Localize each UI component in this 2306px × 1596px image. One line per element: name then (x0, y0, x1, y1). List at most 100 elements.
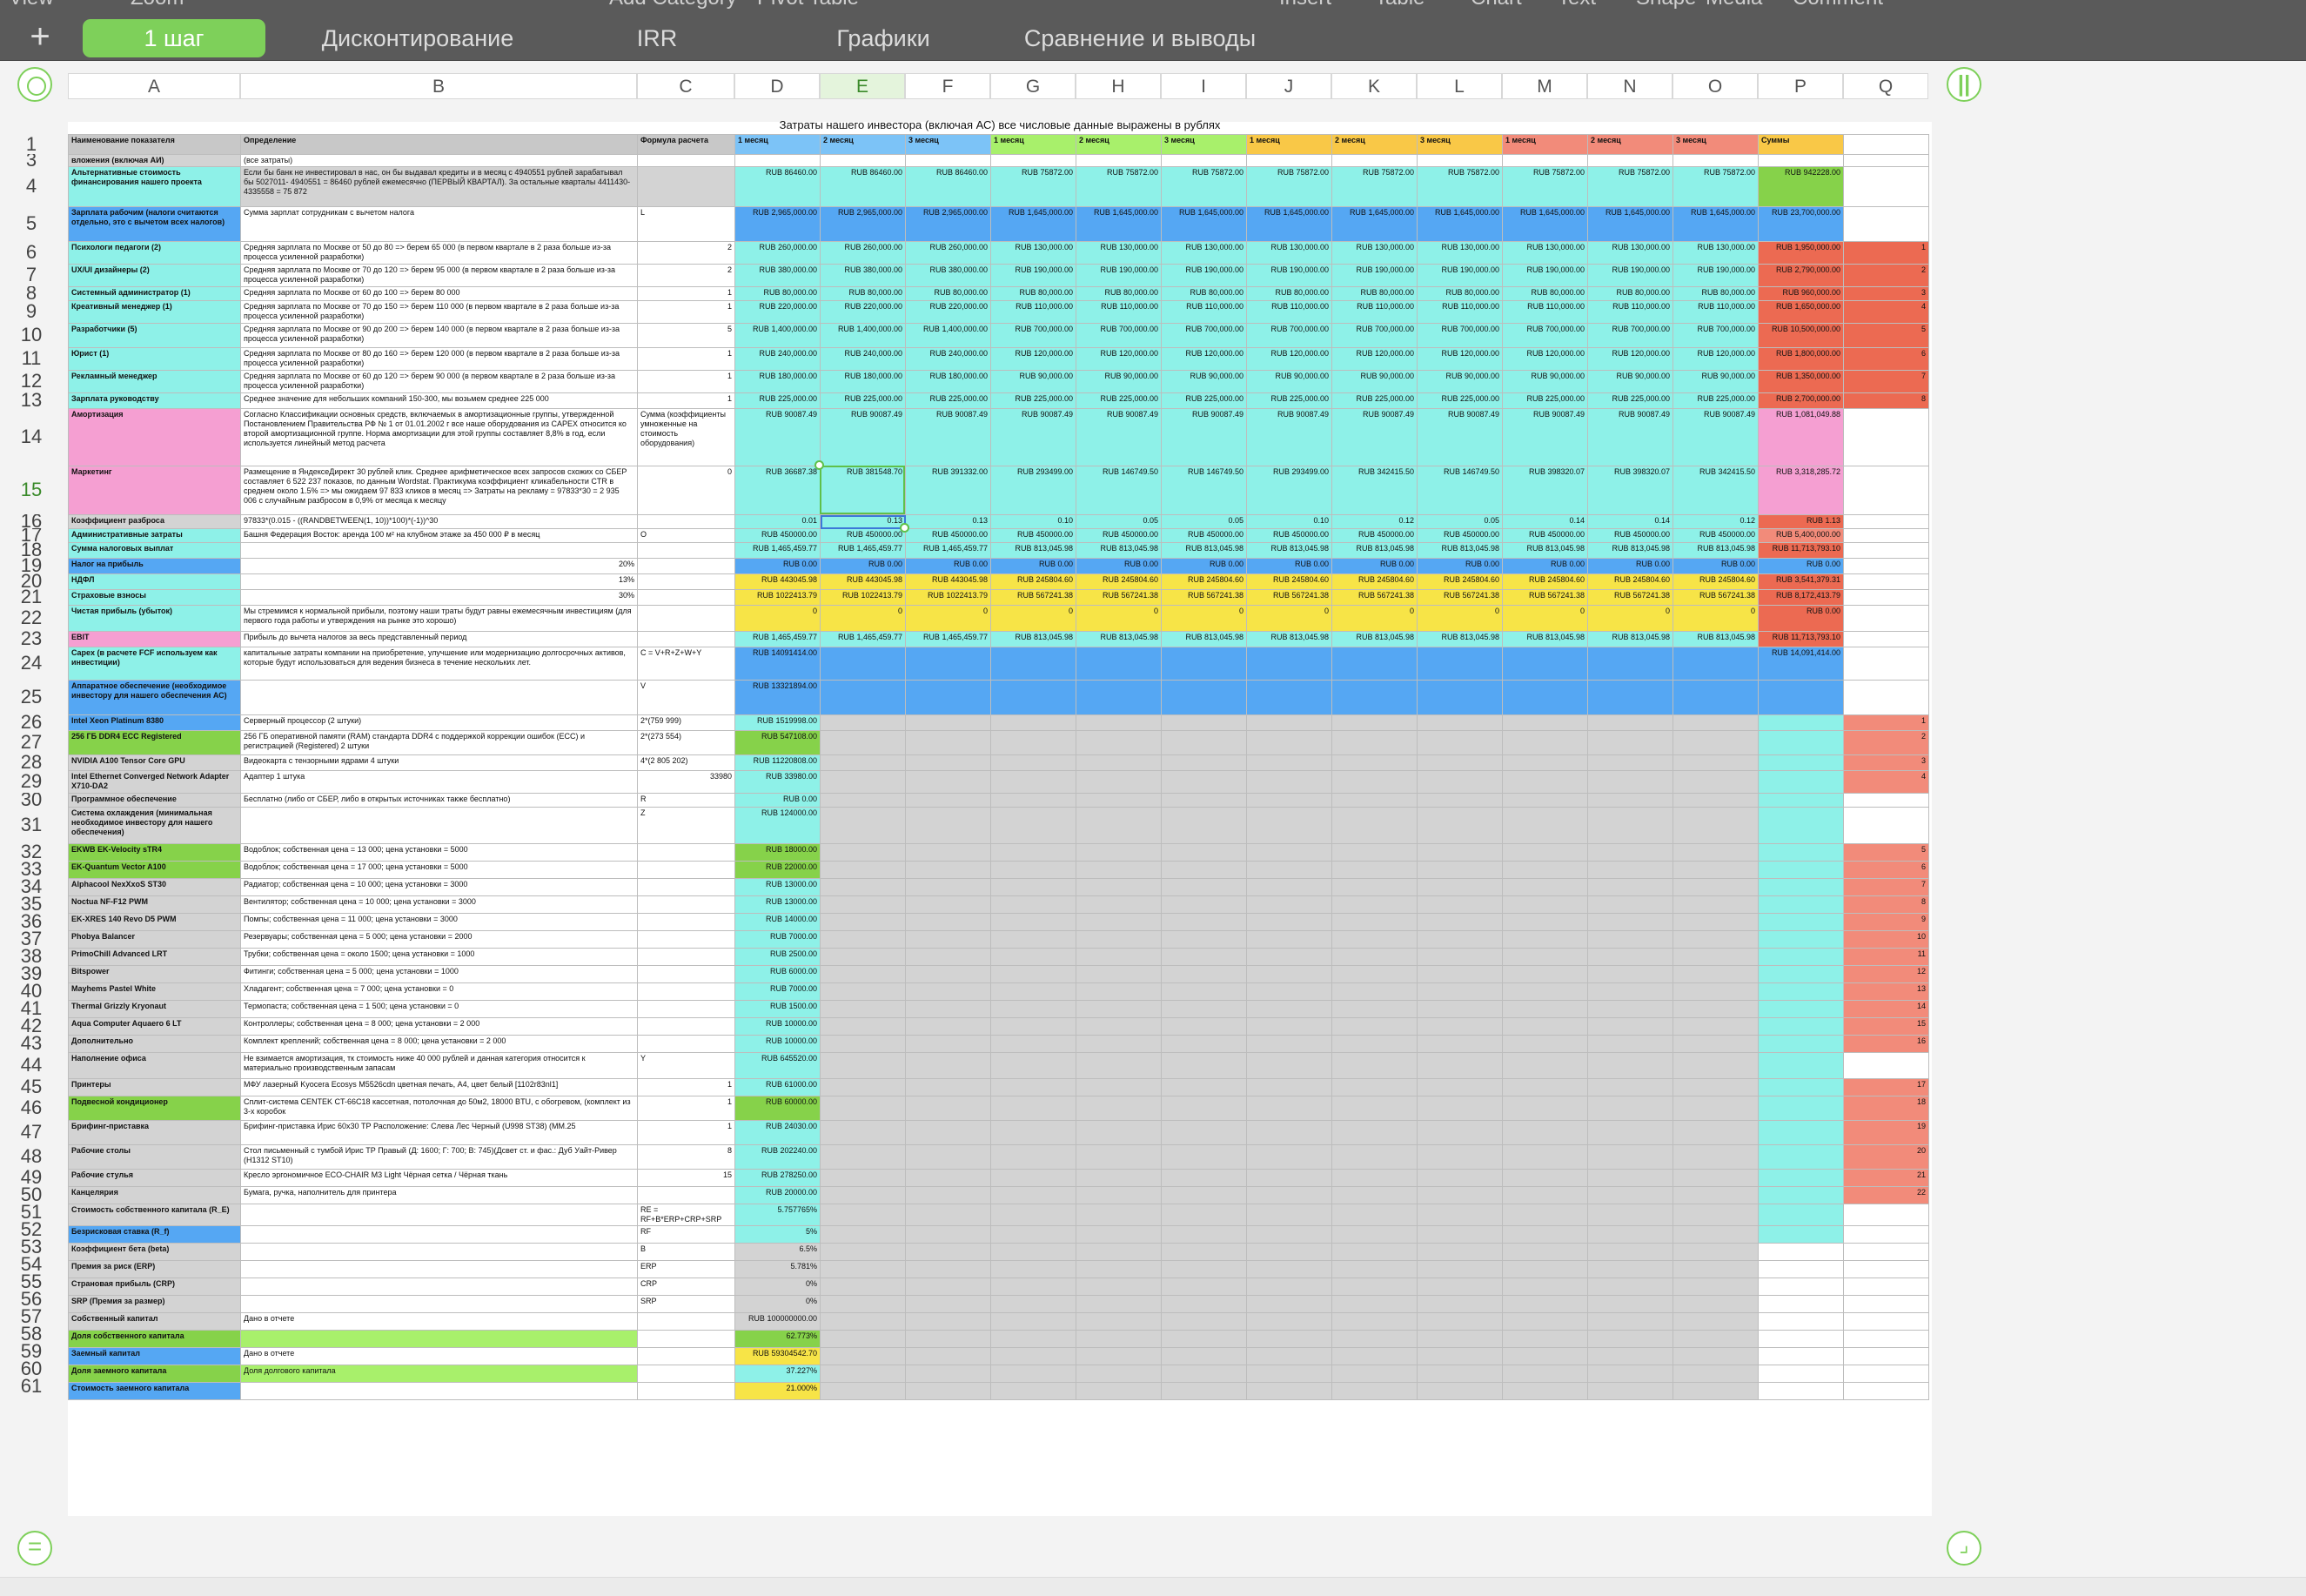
table-cell[interactable] (1417, 793, 1503, 808)
table-cell[interactable]: RUB 80,000.00 (905, 286, 991, 301)
column-label-cell[interactable]: 3 месяц (1161, 134, 1247, 155)
row-header[interactable]: 1 (14, 134, 49, 154)
table-cell[interactable]: RUB 0.00 (820, 558, 906, 574)
table-cell[interactable] (1673, 948, 1759, 966)
table-cell[interactable]: RUB 813,045.98 (1417, 631, 1503, 647)
table-cell[interactable]: EK-Quantum Vector A100 (68, 861, 241, 879)
table-cell[interactable] (1331, 680, 1418, 715)
row-header[interactable]: 7 (14, 264, 49, 286)
table-cell[interactable]: Среднее значение для небольших компаний … (240, 392, 638, 409)
table-cell[interactable]: RUB 245804.60 (1502, 573, 1588, 590)
table-cell[interactable]: RUB 130,000.00 (1673, 241, 1759, 265)
table-cell[interactable] (820, 1000, 906, 1018)
table-cell[interactable] (1246, 647, 1332, 681)
table-cell[interactable] (1246, 1243, 1332, 1261)
table-cell[interactable] (1502, 1017, 1588, 1036)
table-cell[interactable]: Принтеры (68, 1078, 241, 1096)
table-cell[interactable]: RUB 813,045.98 (1076, 542, 1162, 559)
table-cell[interactable] (905, 1312, 991, 1331)
table-cell[interactable]: RUB 813,045.98 (1587, 542, 1673, 559)
table-cell[interactable]: 1 (637, 1078, 735, 1096)
table-cell[interactable]: НДФЛ (68, 573, 241, 590)
table-cell[interactable]: 15 (1843, 1017, 1929, 1036)
table-cell[interactable]: RUB 80,000.00 (990, 286, 1076, 301)
table-cell[interactable] (1673, 1000, 1759, 1018)
table-cell[interactable] (637, 843, 735, 862)
table-cell[interactable]: RUB 80,000.00 (1502, 286, 1588, 301)
table-cell[interactable]: RUB 110,000.00 (1417, 300, 1503, 324)
table-cell[interactable] (1161, 1078, 1247, 1096)
table-cell[interactable] (905, 1365, 991, 1383)
table-cell[interactable] (990, 770, 1076, 794)
table-cell[interactable]: Размещение в ЯндексеДирект 30 рублей кли… (240, 466, 638, 515)
table-cell[interactable] (637, 1365, 735, 1383)
table-cell[interactable] (1417, 714, 1503, 731)
table-cell[interactable]: RUB 398320.07 (1502, 466, 1588, 515)
table-cell[interactable]: 5 (637, 323, 735, 348)
table-cell[interactable] (1843, 466, 1929, 515)
table-cell[interactable] (1076, 680, 1162, 715)
table-cell[interactable]: RUB 110,000.00 (1076, 300, 1162, 324)
table-cell[interactable] (820, 1260, 906, 1278)
table-cell[interactable]: RUB 7000.00 (734, 982, 821, 1001)
table-cell[interactable]: RUB 293499.00 (990, 466, 1076, 515)
table-cell[interactable]: Коэффициент бета (beta) (68, 1243, 241, 1261)
row-header[interactable]: 42 (14, 1017, 49, 1035)
table-cell[interactable]: Доля собственного капитала (68, 1330, 241, 1348)
table-cell[interactable]: RUB 1,465,459.77 (734, 631, 821, 647)
table-cell[interactable]: RUB 130,000.00 (1502, 241, 1588, 265)
table-cell[interactable]: Кресло эргономичное ECO-CHAIR M3 Light Ч… (240, 1169, 638, 1187)
table-cell[interactable] (820, 1330, 906, 1348)
menu-item[interactable]: Add Category (609, 0, 737, 9)
table-cell[interactable] (1417, 878, 1503, 896)
row-header[interactable]: 11 (14, 347, 49, 370)
table-cell[interactable] (1843, 589, 1929, 606)
table-cell[interactable] (1417, 930, 1503, 949)
table-cell[interactable]: RUB 11,713,793.10 (1758, 542, 1844, 559)
column-label-cell[interactable]: Наименование показателя (68, 134, 241, 155)
table-cell[interactable] (1076, 878, 1162, 896)
table-cell[interactable] (637, 930, 735, 949)
table-cell[interactable]: RUB 547108.00 (734, 730, 821, 755)
table-cell[interactable] (1161, 1096, 1247, 1121)
table-cell[interactable] (1502, 948, 1588, 966)
table-cell[interactable]: RUB 190,000.00 (1587, 264, 1673, 287)
table-cell[interactable]: 4 (1843, 770, 1929, 794)
table-cell[interactable]: RUB 225,000.00 (1673, 392, 1759, 409)
table-cell[interactable]: Хладагент; собственная цена = 7 000; цен… (240, 982, 638, 1001)
table-cell[interactable]: Дано в отчете (240, 1347, 638, 1365)
row-header[interactable]: 15 (14, 466, 49, 514)
table-cell[interactable] (1758, 1052, 1844, 1079)
table-cell[interactable] (1331, 1096, 1418, 1121)
table-cell[interactable] (1502, 1186, 1588, 1204)
table-cell[interactable] (1673, 1078, 1759, 1096)
table-cell[interactable]: RUB 1,400,000.00 (734, 323, 821, 348)
table-cell[interactable]: 0 (1246, 605, 1332, 632)
table-cell[interactable] (1587, 913, 1673, 931)
table-cell[interactable] (1673, 1052, 1759, 1079)
table-cell[interactable]: RUB 90087.49 (1502, 408, 1588, 466)
table-cell[interactable]: RUB 245804.60 (990, 573, 1076, 590)
table-cell[interactable] (1076, 1096, 1162, 1121)
table-cell[interactable]: PrimoChill Advanced LRT (68, 948, 241, 966)
table-cell[interactable] (1331, 1052, 1418, 1079)
circle-select-icon[interactable] (17, 67, 52, 102)
table-cell[interactable]: Наполнение офиса (68, 1052, 241, 1079)
table-cell[interactable]: Брифинг-приставка (68, 1120, 241, 1145)
table-cell[interactable] (1331, 754, 1418, 771)
table-cell[interactable]: RUB 80,000.00 (1161, 286, 1247, 301)
table-cell[interactable]: RUB 86460.00 (734, 166, 821, 207)
table-cell[interactable]: 0 (905, 605, 991, 632)
table-cell[interactable]: Прибыль до вычета налогов за весь предст… (240, 631, 638, 647)
table-cell[interactable] (1843, 807, 1929, 844)
table-cell[interactable] (240, 1382, 638, 1400)
table-cell[interactable]: RUB 13321894.00 (734, 680, 821, 715)
table-cell[interactable]: Средняя зарплата по Москве от 70 до 120 … (240, 264, 638, 287)
table-cell[interactable] (1246, 1312, 1332, 1331)
menu-item[interactable]: Zoom (131, 0, 184, 9)
table-cell[interactable] (1673, 647, 1759, 681)
table-cell[interactable]: RUB 567241.38 (1076, 589, 1162, 606)
table-cell[interactable] (1076, 1169, 1162, 1187)
table-cell[interactable] (1246, 807, 1332, 844)
table-cell[interactable] (1161, 807, 1247, 844)
